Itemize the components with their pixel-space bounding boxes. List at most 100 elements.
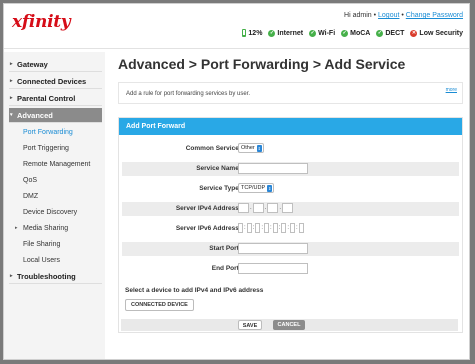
nav-dmz[interactable]: DMZ	[9, 189, 102, 204]
nav-label: Advanced	[17, 111, 53, 120]
cancel-button[interactable]: CANCEL	[273, 320, 305, 330]
ipv6-group-3[interactable]	[255, 223, 261, 233]
ipv6-group-4[interactable]	[264, 223, 270, 233]
common-service-select[interactable]: Other ⇕	[238, 143, 264, 153]
check-icon: ✓	[268, 29, 276, 37]
ipv6-group-6[interactable]	[281, 223, 287, 233]
ipv6-address-input[interactable]: : : : : : : :	[238, 223, 304, 233]
chevron-right-icon: ▸	[10, 61, 13, 67]
chevron-right-icon: ▸	[10, 273, 13, 279]
save-button[interactable]: SAVE	[238, 320, 262, 330]
ipv4-address-input[interactable]: . . .	[238, 203, 294, 213]
start-port-row: Start Port:	[122, 242, 459, 256]
ipv4-label: Server IPv4 Address:	[175, 205, 241, 212]
nav-port-triggering[interactable]: Port Triggering	[9, 141, 102, 156]
nav-label: Troubleshooting	[17, 272, 76, 281]
chevron-right-icon: ▸	[15, 225, 18, 231]
panel-header: Add Port Forward	[119, 118, 462, 135]
battery-level: 12%	[248, 29, 263, 37]
ipv6-row: Server IPv6 Address: : : : : : : :	[122, 222, 459, 236]
nav-qos[interactable]: QoS	[9, 173, 102, 188]
nav-label: Gateway	[17, 60, 48, 69]
nav-media-sharing[interactable]: ▸ Media Sharing	[9, 221, 102, 236]
start-port-input[interactable]	[238, 243, 308, 254]
connected-device-button[interactable]: CONNECTED DEVICE	[125, 299, 194, 311]
security-label: Low Security	[419, 29, 463, 37]
check-icon: ✓	[309, 29, 317, 37]
select-value: Other	[241, 145, 255, 151]
service-name-row: Service Name:	[122, 162, 459, 176]
service-type-row: Service Type: TCP/UDP ⇕	[122, 182, 459, 196]
select-device-note: Select a device to add IPv4 and IPv6 add…	[125, 287, 264, 294]
common-service-label: Common Service:	[185, 145, 241, 152]
more-link[interactable]: more	[446, 87, 457, 93]
nav-label: Connected Devices	[17, 77, 87, 86]
app-frame: xfinity Hi admin • Logout • Change Passw…	[3, 3, 470, 360]
battery-status[interactable]: 12%	[242, 29, 262, 37]
moca-status[interactable]: ✓ MoCA	[341, 29, 371, 37]
ipv4-octet-3[interactable]	[267, 203, 279, 213]
dect-status[interactable]: ✓ DECT	[376, 29, 405, 37]
header-divider	[4, 48, 469, 49]
nav-local-users[interactable]: Local Users	[9, 253, 102, 268]
security-status[interactable]: ✕ Low Security	[410, 29, 463, 37]
ipv6-group-2[interactable]	[246, 223, 252, 233]
service-type-select[interactable]: TCP/UDP ⇕	[238, 183, 275, 193]
chevron-right-icon: ▸	[10, 78, 13, 84]
ipv6-group-8[interactable]	[298, 223, 304, 233]
end-port-input[interactable]	[238, 263, 308, 274]
select-arrow-icon: ⇕	[267, 184, 273, 192]
end-port-row: End Port:	[122, 262, 459, 276]
xfinity-logo[interactable]: xfinity	[12, 12, 71, 32]
start-port-label: Start Port:	[209, 245, 241, 252]
dect-label: DECT	[385, 29, 405, 37]
nav-advanced[interactable]: ▾ Advanced	[9, 108, 102, 123]
ipv6-group-1[interactable]	[238, 223, 243, 233]
check-icon: ✓	[341, 29, 349, 37]
battery-icon	[242, 29, 247, 37]
service-name-input[interactable]	[238, 163, 308, 174]
ipv4-row: Server IPv4 Address: . . .	[122, 202, 459, 216]
wifi-label: Wi-Fi	[318, 29, 336, 37]
end-port-label: End Port:	[211, 265, 241, 272]
info-text: Add a rule for port forwarding services …	[126, 91, 251, 97]
nav-port-forwarding[interactable]: Port Forwarding	[9, 125, 102, 140]
status-bar: 12% ✓ Internet ✓ Wi-Fi ✓ MoCA ✓ DECT ✕ L…	[242, 29, 463, 37]
user-links: Hi admin • Logout • Change Password	[344, 12, 463, 19]
ipv6-group-5[interactable]	[272, 223, 278, 233]
nav-connected-devices[interactable]: ▸ Connected Devices	[9, 74, 102, 89]
ipv4-octet-4[interactable]	[282, 203, 294, 213]
nav-parental-control[interactable]: ▸ Parental Control	[9, 91, 102, 106]
internet-status[interactable]: ✓ Internet	[268, 29, 304, 37]
nav-remote-management[interactable]: Remote Management	[9, 157, 102, 172]
separator: •	[401, 12, 404, 19]
service-type-label: Service Type:	[199, 185, 241, 192]
info-box: Add a rule for port forwarding services …	[118, 82, 463, 104]
ipv6-group-7[interactable]	[290, 223, 296, 233]
moca-label: MoCA	[350, 29, 371, 37]
wifi-status[interactable]: ✓ Wi-Fi	[309, 29, 336, 37]
chevron-down-icon: ▾	[10, 112, 13, 118]
logout-link[interactable]: Logout	[378, 12, 399, 19]
greeting: Hi admin	[344, 12, 372, 19]
nav-device-discovery[interactable]: Device Discovery	[9, 205, 102, 220]
nav-gateway[interactable]: ▸ Gateway	[9, 57, 102, 72]
sidebar: ▸ Gateway ▸ Connected Devices ▸ Parental…	[4, 52, 105, 359]
chevron-right-icon: ▸	[10, 95, 13, 101]
ipv6-label: Server IPv6 Address:	[175, 225, 241, 232]
nav-label: Media Sharing	[23, 225, 69, 232]
check-icon: ✓	[376, 29, 384, 37]
nav-label: Parental Control	[17, 94, 76, 103]
page-title: Advanced > Port Forwarding > Add Service	[118, 56, 406, 72]
select-arrow-icon: ⇕	[256, 144, 262, 152]
common-service-row: Common Service: Other ⇕	[122, 142, 459, 156]
ipv4-octet-2[interactable]	[252, 203, 264, 213]
nav-file-sharing[interactable]: File Sharing	[9, 237, 102, 252]
change-password-link[interactable]: Change Password	[406, 12, 463, 19]
service-name-label: Service Name:	[196, 165, 241, 172]
separator: •	[373, 12, 377, 19]
ipv4-octet-1[interactable]	[238, 203, 249, 213]
x-icon: ✕	[410, 29, 418, 37]
nav-troubleshooting[interactable]: ▸ Troubleshooting	[9, 269, 102, 284]
internet-label: Internet	[277, 29, 304, 37]
